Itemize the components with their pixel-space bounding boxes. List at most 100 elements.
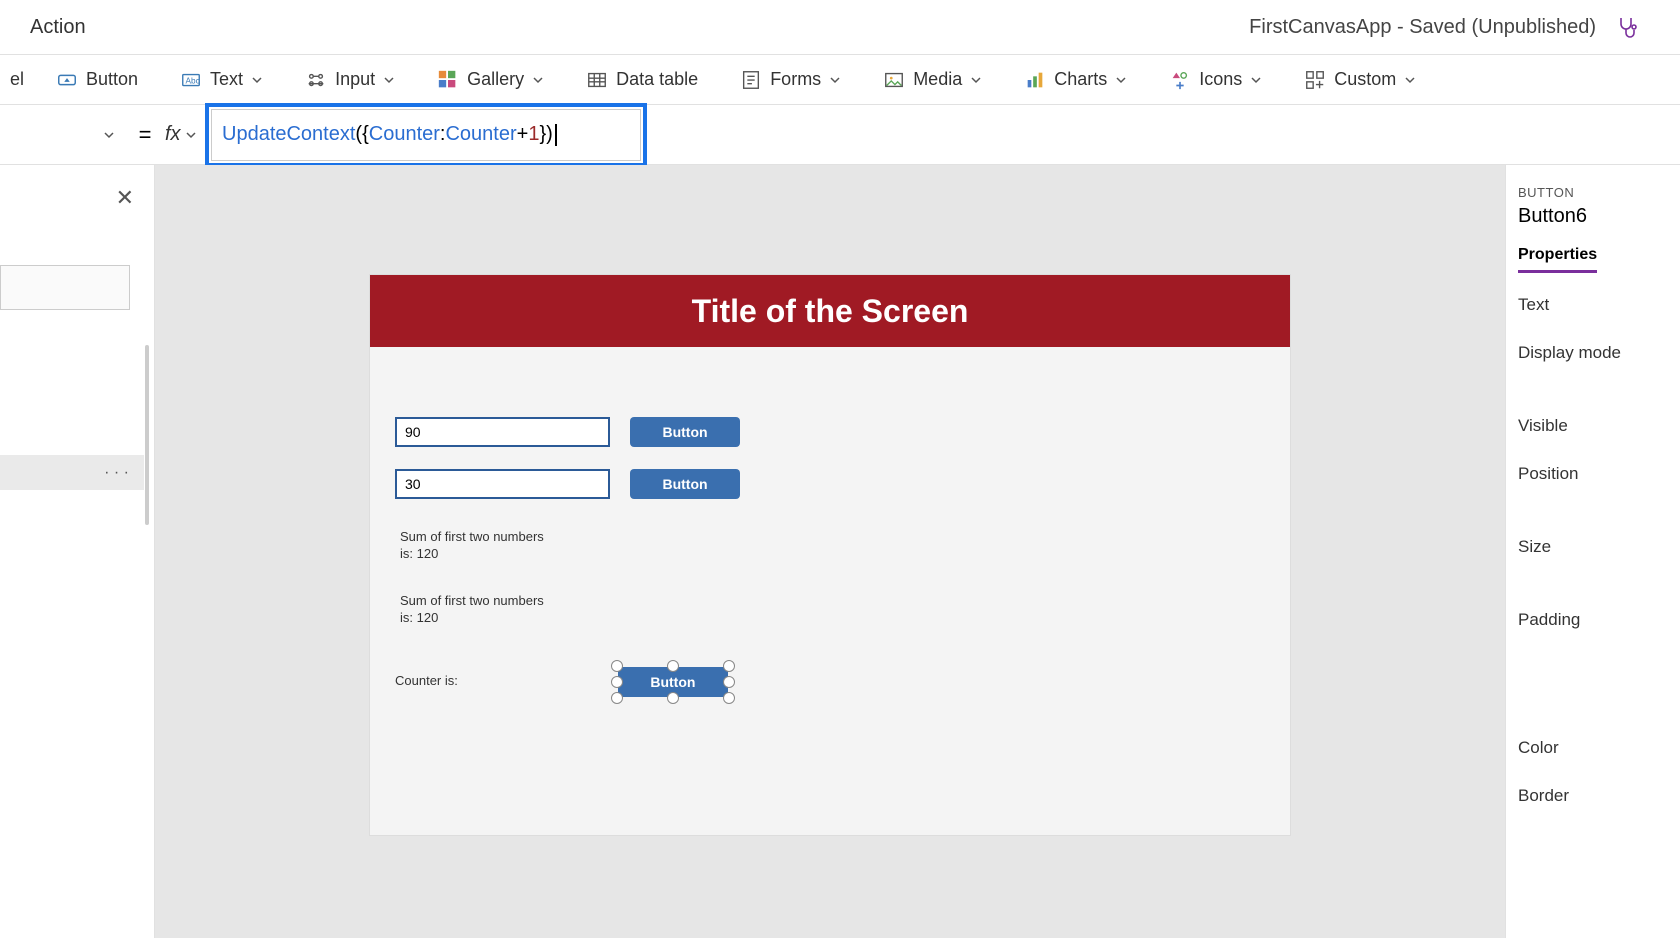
insert-charts[interactable]: Charts [1018, 65, 1133, 95]
formula-token-field: Counter [369, 123, 440, 146]
resize-handle[interactable] [723, 692, 735, 704]
control-category: BUTTON [1518, 185, 1668, 200]
forms-icon [740, 69, 762, 91]
screen-title: Title of the Screen [370, 275, 1290, 347]
custom-icon [1304, 69, 1326, 91]
chevron-down-icon [185, 129, 197, 141]
prop-border[interactable]: Border [1518, 786, 1668, 806]
chevron-down-icon [970, 74, 982, 86]
insert-media[interactable]: Media [877, 65, 988, 95]
text-caret [555, 124, 557, 146]
formula-token-plus: + [517, 123, 529, 146]
insert-datatable[interactable]: Data table [580, 65, 704, 95]
chevron-down-icon [1404, 74, 1416, 86]
canvas-button-2[interactable]: Button [630, 469, 740, 499]
properties-tab[interactable]: Properties [1518, 246, 1597, 273]
table-icon [586, 69, 608, 91]
insert-gallery[interactable]: Gallery [431, 65, 550, 95]
prop-padding[interactable]: Padding [1518, 610, 1668, 630]
insert-icons[interactable]: Icons [1163, 65, 1268, 95]
canvas-area: Title of the Screen Button Button Sum of… [155, 165, 1505, 938]
insert-toolbar: el Button Abc Text Input Gallery Data ta… [0, 55, 1680, 105]
close-icon[interactable]: ✕ [116, 185, 134, 211]
button-icon [56, 69, 78, 91]
fx-label[interactable]: fx [165, 123, 205, 146]
insert-gallery-label: Gallery [467, 69, 524, 90]
insert-input[interactable]: Input [299, 65, 401, 95]
resize-handle[interactable] [667, 692, 679, 704]
left-tree-pane: ✕ · · · [0, 165, 155, 938]
fx-text: fx [165, 123, 181, 146]
insert-button[interactable]: Button [50, 65, 144, 95]
insert-forms[interactable]: Forms [734, 65, 847, 95]
insert-forms-label: Forms [770, 69, 821, 90]
insert-button-label: Button [86, 69, 138, 90]
chevron-down-icon [383, 74, 395, 86]
formula-input[interactable]: UpdateContext({Counter: Counter + 1}) [211, 109, 641, 161]
input-icon [305, 69, 327, 91]
sum-label-2: Sum of first two numbers is: 120 [400, 593, 550, 627]
editor-body: ✕ · · · Title of the Screen Button Butto… [0, 165, 1680, 938]
chevron-down-icon [532, 74, 544, 86]
prop-display-mode[interactable]: Display mode [1518, 343, 1668, 363]
formula-token-num: 1 [528, 123, 539, 146]
resize-handle[interactable] [667, 660, 679, 672]
canvas-button-1[interactable]: Button [630, 417, 740, 447]
app-status: FirstCanvasApp - Saved (Unpublished) [1249, 16, 1596, 39]
insert-input-label: Input [335, 69, 375, 90]
tree-selected-item[interactable]: · · · [0, 455, 144, 490]
selected-control[interactable]: Button [618, 667, 728, 697]
resize-handle[interactable] [611, 692, 623, 704]
chevron-down-icon [829, 74, 841, 86]
chevron-down-icon [1250, 74, 1262, 86]
formula-bar: = fx UpdateContext({Counter: Counter + 1… [0, 105, 1680, 165]
text-icon: Abc [180, 69, 202, 91]
app-screen[interactable]: Title of the Screen Button Button Sum of… [370, 275, 1290, 835]
counter-label: Counter is: [395, 673, 458, 690]
svg-text:Abc: Abc [186, 76, 200, 85]
prop-size[interactable]: Size [1518, 537, 1668, 557]
insert-text[interactable]: Abc Text [174, 65, 269, 95]
equals-sign: = [125, 122, 165, 148]
insert-charts-label: Charts [1054, 69, 1107, 90]
icons-icon [1169, 69, 1191, 91]
prop-color[interactable]: Color [1518, 738, 1668, 758]
insert-custom[interactable]: Custom [1298, 65, 1422, 95]
properties-pane: BUTTON Button6 Properties Text Display m… [1505, 165, 1680, 938]
chevron-down-icon [103, 129, 115, 141]
insert-media-label: Media [913, 69, 962, 90]
insert-custom-label: Custom [1334, 69, 1396, 90]
prop-position[interactable]: Position [1518, 464, 1668, 484]
control-name: Button6 [1518, 205, 1668, 228]
toolbar-left-fragment: el [10, 69, 20, 90]
ellipsis-icon[interactable]: · · · [104, 464, 129, 482]
formula-token-fn: UpdateContext [222, 123, 355, 146]
menu-action[interactable]: Action [20, 16, 86, 39]
formula-token-var: Counter [445, 123, 516, 146]
scrollbar[interactable] [145, 345, 149, 525]
tree-search-input[interactable] [0, 265, 130, 310]
menu-bar: Action FirstCanvasApp - Saved (Unpublish… [0, 0, 1680, 55]
resize-handle[interactable] [723, 660, 735, 672]
insert-datatable-label: Data table [616, 69, 698, 90]
insert-text-label: Text [210, 69, 243, 90]
formula-token-close: }) [539, 123, 552, 146]
media-icon [883, 69, 905, 91]
text-input-1[interactable] [395, 417, 610, 447]
chevron-down-icon [251, 74, 263, 86]
prop-text[interactable]: Text [1518, 295, 1668, 315]
formula-token-open: ({ [355, 123, 368, 146]
insert-icons-label: Icons [1199, 69, 1242, 90]
sum-label-1: Sum of first two numbers is: 120 [400, 529, 550, 563]
charts-icon [1024, 69, 1046, 91]
resize-handle[interactable] [611, 676, 623, 688]
gallery-icon [437, 69, 459, 91]
resize-handle[interactable] [723, 676, 735, 688]
formula-highlight-annotation: UpdateContext({Counter: Counter + 1}) [205, 103, 647, 167]
text-input-2[interactable] [395, 469, 610, 499]
resize-handle[interactable] [611, 660, 623, 672]
prop-visible[interactable]: Visible [1518, 416, 1668, 436]
stethoscope-icon[interactable] [1616, 15, 1640, 39]
chevron-down-icon [1115, 74, 1127, 86]
property-selector[interactable] [0, 114, 125, 156]
